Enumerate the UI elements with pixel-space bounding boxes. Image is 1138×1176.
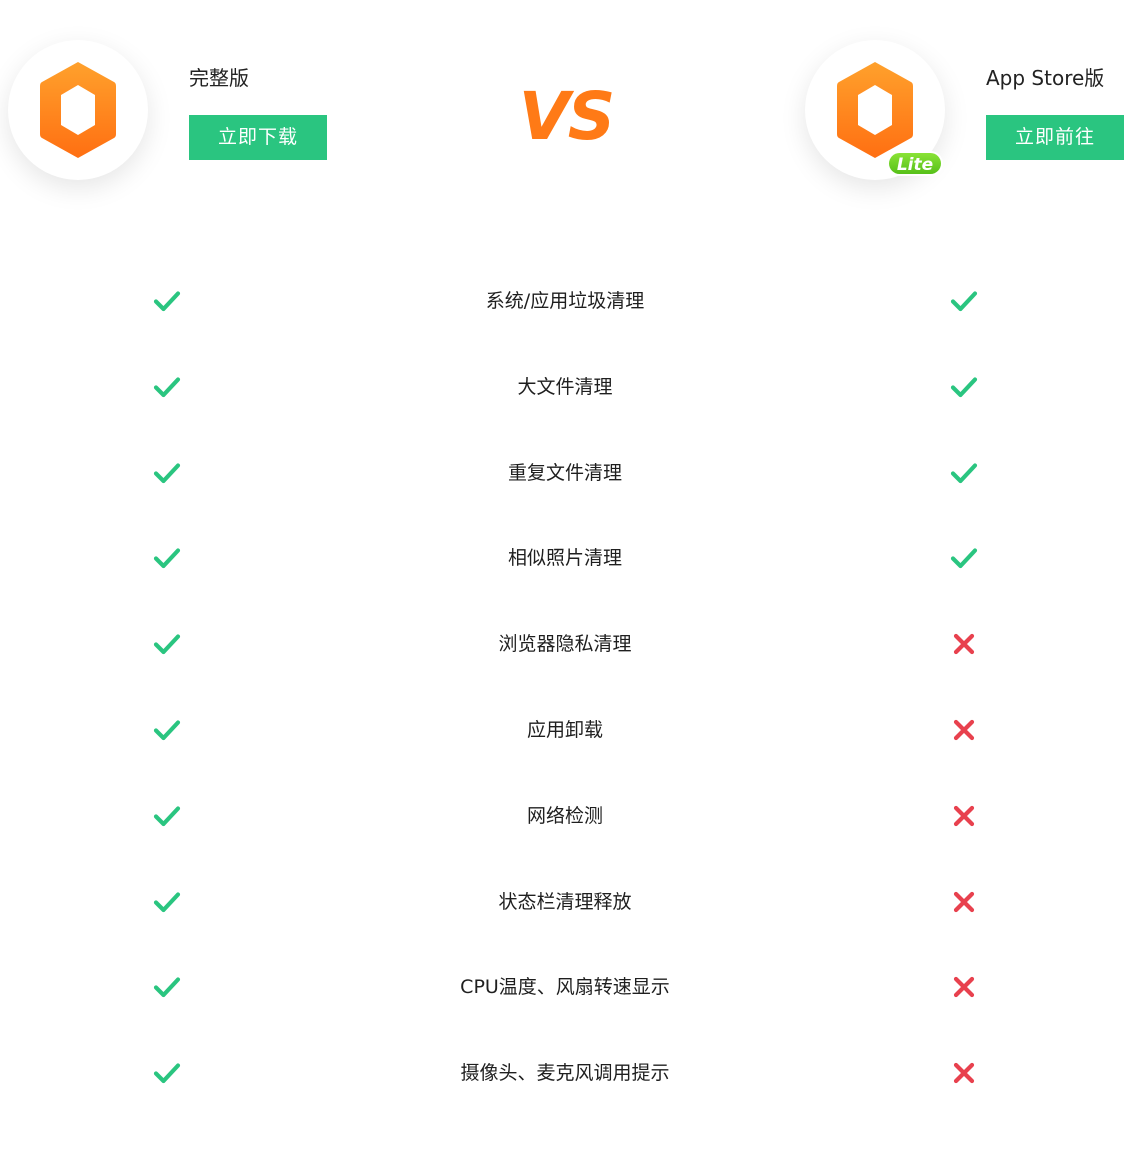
check-icon [152, 286, 182, 316]
feature-row: 网络检测 [0, 773, 1138, 859]
cross-icon [949, 715, 979, 745]
check-icon [152, 1058, 182, 1088]
feature-label: 重复文件清理 [507, 461, 622, 484]
lite-edition-title: App Store版 [986, 66, 1105, 90]
feature-row: 系统/应用垃圾清理 [0, 258, 1138, 344]
feature-label: 相似照片清理 [507, 547, 622, 570]
lite-edition-logo: Lite [805, 40, 945, 180]
check-icon [152, 543, 182, 573]
feature-label: 摄像头、麦克风调用提示 [460, 1062, 670, 1085]
check-icon [152, 801, 182, 831]
cross-icon [949, 887, 979, 917]
cross-icon [949, 972, 979, 1002]
feature-label: CPU温度、风扇转速显示 [460, 976, 670, 999]
feature-row: 浏览器隐私清理 [0, 601, 1138, 687]
feature-row: 应用卸载 [0, 687, 1138, 773]
feature-row: 状态栏清理释放 [0, 859, 1138, 945]
feature-label: 系统/应用垃圾清理 [485, 290, 645, 312]
cross-icon [949, 801, 979, 831]
feature-comparison-table: 系统/应用垃圾清理 大文件清理重复文件清理 相似照片清理 浏览器隐私清理 应用卸载网络检… [0, 258, 1138, 1116]
feature-row: 摄像头、麦克风调用提示 [0, 1030, 1138, 1116]
check-icon [949, 286, 979, 316]
lite-badge-label: Lite [897, 155, 933, 175]
cross-icon [949, 1058, 979, 1088]
hexagon-logo-icon [40, 62, 116, 158]
go-to-app-store-button[interactable]: 立即前往 [986, 115, 1124, 160]
feature-row: CPU温度、风扇转速显示 [0, 944, 1138, 1030]
hexagon-logo-icon: Lite [837, 62, 943, 176]
feature-label: 浏览器隐私清理 [498, 633, 632, 656]
check-icon [152, 629, 182, 659]
check-icon [152, 972, 182, 1002]
vs-label: VS [518, 78, 616, 155]
check-icon [949, 372, 979, 402]
check-icon [152, 887, 182, 917]
check-icon [949, 543, 979, 573]
lite-badge: Lite [887, 151, 943, 176]
feature-label: 大文件清理 [517, 375, 613, 398]
feature-row: 相似照片清理 [0, 515, 1138, 601]
feature-label: 网络检测 [526, 804, 603, 827]
feature-label: 状态栏清理释放 [498, 890, 632, 913]
check-icon [152, 458, 182, 488]
full-edition-logo [8, 40, 148, 180]
check-icon [949, 458, 979, 488]
full-edition-title: 完整版 [189, 66, 249, 90]
feature-label: 应用卸载 [526, 718, 603, 741]
feature-row: 重复文件清理 [0, 430, 1138, 516]
cross-icon [949, 629, 979, 659]
check-icon [152, 715, 182, 745]
check-icon [152, 372, 182, 402]
download-button[interactable]: 立即下载 [189, 115, 327, 160]
feature-row: 大文件清理 [0, 344, 1138, 430]
